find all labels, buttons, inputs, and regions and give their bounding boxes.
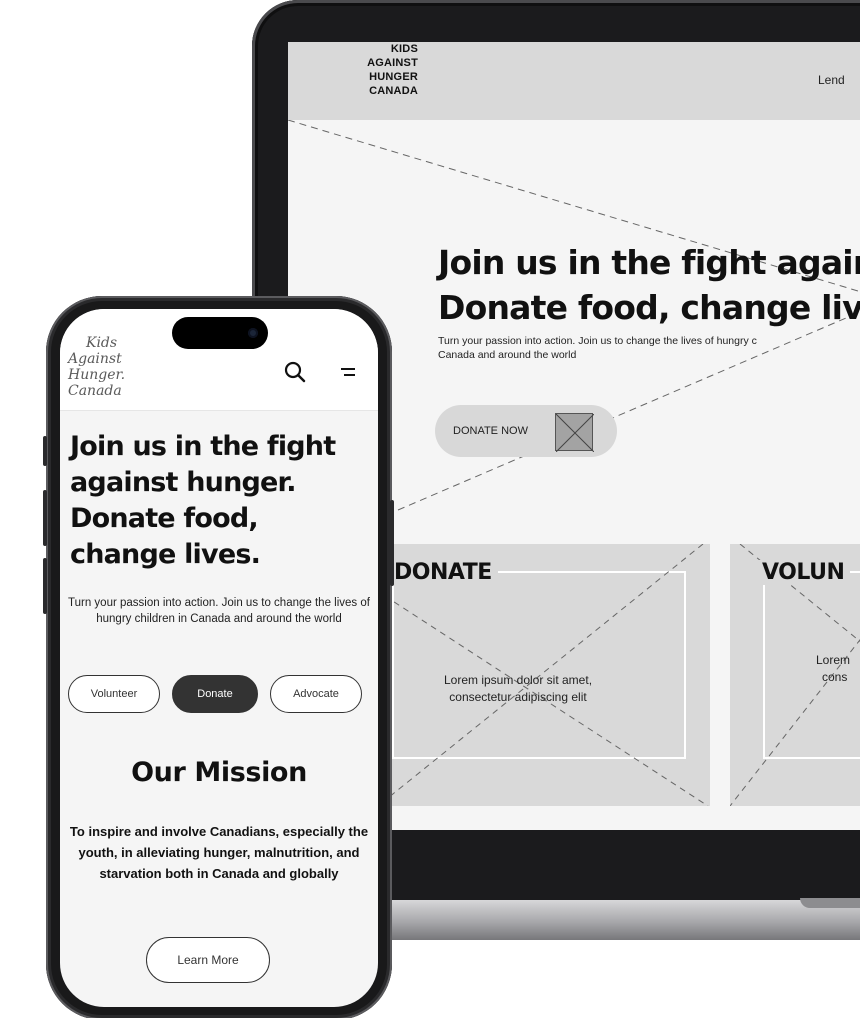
phone-logo-line: Against xyxy=(68,351,122,367)
phone-logo-line: Kids xyxy=(86,335,118,351)
volunteer-card-text: Lorem cons xyxy=(816,652,860,686)
phone-logo-line: Hunger. xyxy=(68,367,126,383)
donate-button[interactable]: Donate xyxy=(172,675,258,713)
dynamic-island xyxy=(172,317,268,349)
laptop-logo-line: KIDS xyxy=(390,43,418,55)
volunteer-button[interactable]: Volunteer xyxy=(68,675,160,713)
laptop-logo-line: CANADA xyxy=(369,85,418,97)
laptop-notch xyxy=(800,898,860,908)
laptop-hero-subtitle-line: Turn your passion into action. Join us t… xyxy=(438,335,757,347)
laptop-base xyxy=(330,900,860,940)
donate-now-button[interactable]: DONATE NOW xyxy=(435,405,617,457)
phone-screen: Kids Against Hunger. Canada Join us in t… xyxy=(60,309,378,1007)
laptop-hero-subtitle: Turn your passion into action. Join us t… xyxy=(438,334,860,362)
learn-more-button[interactable]: Learn More xyxy=(146,937,270,983)
volunteer-card-text-line: cons xyxy=(822,670,848,684)
phone-hero-subtitle: Turn your passion into action. Join us t… xyxy=(68,597,370,625)
phone-side-button xyxy=(390,500,394,586)
phone-side-button xyxy=(43,490,47,546)
volunteer-card-text-line: Lorem xyxy=(816,653,851,667)
laptop-logo[interactable]: KIDS AGAINST HUNGER CANADA xyxy=(338,42,418,98)
advocate-button[interactable]: Advocate xyxy=(270,675,362,713)
laptop-logo-line: HUNGER xyxy=(369,71,418,83)
volunteer-card-title: VOLUN xyxy=(756,560,851,585)
donate-card-text-line: Lorem ipsum dolor sit amet, xyxy=(443,673,593,687)
camera-icon xyxy=(248,328,258,338)
mission-heading: Our Mission xyxy=(131,757,307,788)
phone-side-button xyxy=(43,436,47,466)
laptop-hero-title-line: Donate food, change lives. xyxy=(438,288,860,327)
laptop-hero-subtitle-line: Canada and around the world xyxy=(438,349,577,361)
donate-card-text-line: consectetur adipiscing elit xyxy=(449,690,587,704)
image-placeholder-icon xyxy=(555,413,595,453)
phone-logo[interactable]: Kids Against Hunger. Canada xyxy=(68,335,148,399)
donate-card-title: DONATE xyxy=(388,560,498,585)
laptop-nav-link[interactable]: Lend xyxy=(818,73,845,87)
mission-text: To inspire and involve Canadians, especi… xyxy=(69,824,369,881)
search-icon[interactable] xyxy=(284,361,306,383)
phone-side-button xyxy=(43,558,47,614)
donate-card-text: Lorem ipsum dolor sit amet, consectetur … xyxy=(418,672,618,706)
laptop-header: KIDS AGAINST HUNGER CANADA Lend xyxy=(288,42,860,120)
menu-icon[interactable] xyxy=(340,365,356,379)
laptop-hero-title-line: Join us in the fight against xyxy=(438,243,860,282)
donate-now-label: DONATE NOW xyxy=(453,425,528,437)
phone-logo-line: Canada xyxy=(68,383,122,399)
laptop-logo-line: AGAINST xyxy=(367,57,418,69)
phone-hero-title: Join us in the fight against hunger. Don… xyxy=(70,431,336,570)
volunteer-card[interactable]: VOLUN Lorem cons xyxy=(730,544,860,806)
laptop-hero-title: Join us in the fight against Donate food… xyxy=(438,240,860,330)
